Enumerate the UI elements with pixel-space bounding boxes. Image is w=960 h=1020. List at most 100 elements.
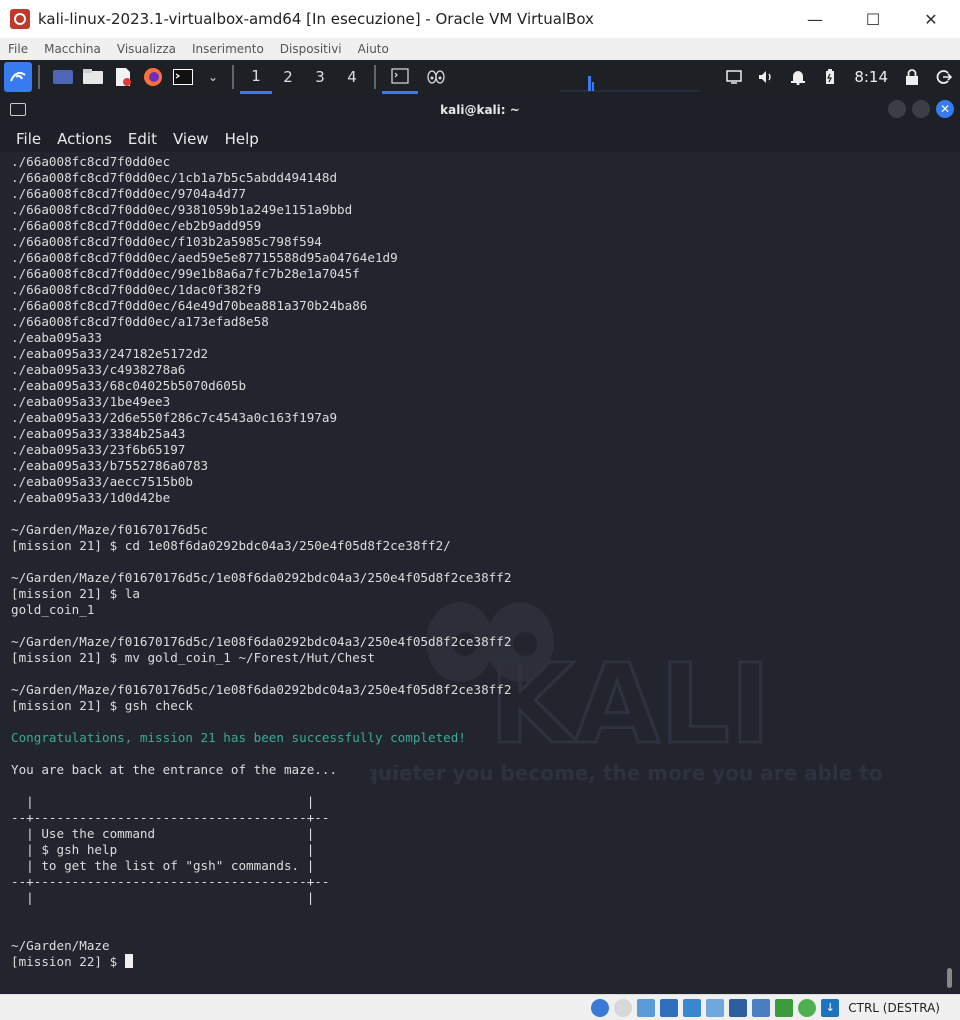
terminal-line: ./66a008fc8cd7f0dd0ec (11, 154, 171, 169)
maximize-button[interactable]: ☐ (844, 0, 902, 38)
menu-macchina[interactable]: Macchina (44, 42, 101, 56)
cpu-graph-icon (560, 74, 700, 92)
terminal-line: ./eaba095a33/3384b25a43 (11, 426, 186, 441)
chevron-down-icon[interactable]: ⌄ (200, 64, 226, 90)
terminal-menu-view[interactable]: View (173, 130, 209, 148)
terminal-menu-bar: File Actions Edit View Help (0, 126, 960, 152)
terminal-window-controls: ✕ (882, 100, 954, 118)
terminal-line: | | (11, 890, 315, 905)
battery-icon[interactable] (814, 60, 846, 94)
terminal-launcher-icon[interactable] (170, 64, 196, 90)
terminal-line: | to get the list of "gsh" commands. | (11, 858, 315, 873)
taskbar-eyes-icon[interactable] (418, 60, 454, 94)
keyboard-capture-icon[interactable]: ↓ (821, 998, 840, 1017)
cd-icon[interactable] (614, 998, 633, 1017)
terminal-menu-edit[interactable]: Edit (128, 130, 157, 148)
terminal-line: ./eaba095a33/aecc7515b0b (11, 474, 193, 489)
terminal-line: ./eaba095a33/23f6b65197 (11, 442, 186, 457)
terminal-line: [mission 21] $ mv gold_coin_1 ~/Forest/H… (11, 650, 375, 665)
terminal-line: ~/Garden/Maze (11, 938, 110, 953)
terminal-line: | | (11, 794, 315, 809)
terminal-line: ~/Garden/Maze/f01670176d5c/1e08f6da0292b… (11, 682, 512, 697)
system-tray: 8:14 (718, 60, 960, 94)
terminal-line: ./eaba095a33/1be49ee3 (11, 394, 171, 409)
workspace-1[interactable]: 1 (240, 60, 272, 94)
workspace-3[interactable]: 3 (304, 60, 336, 94)
display-status-icon[interactable] (729, 998, 748, 1017)
terminal-line: [mission 22] $ (11, 954, 125, 969)
terminal-line: | Use the command | (11, 826, 315, 841)
menu-visualizza[interactable]: Visualizza (117, 42, 176, 56)
terminal-maximize-button[interactable] (912, 100, 930, 118)
terminal-line: ./66a008fc8cd7f0dd0ec/a173efad8e58 (11, 314, 269, 329)
terminal-line: [mission 21] $ la (11, 586, 140, 601)
terminal-menu-help[interactable]: Help (225, 130, 259, 148)
logout-icon[interactable] (928, 60, 960, 94)
panel-separator (38, 65, 40, 89)
network-status-icon[interactable] (660, 998, 679, 1017)
audio-status-icon[interactable] (637, 998, 656, 1017)
terminal-line: ./66a008fc8cd7f0dd0ec/99e1b8a6a7fc7b28e1… (11, 266, 360, 281)
terminal-scrollbar[interactable] (947, 968, 952, 988)
terminal-line: ~/Garden/Maze/f01670176d5c (11, 522, 209, 537)
terminal-line: ./eaba095a33/247182e5172d2 (11, 346, 209, 361)
close-button[interactable]: ✕ (902, 0, 960, 38)
terminal-line: ./66a008fc8cd7f0dd0ec/64e49d70bea881a370… (11, 298, 368, 313)
display-icon[interactable] (718, 60, 750, 94)
firefox-icon[interactable] (140, 64, 166, 90)
text-editor-icon[interactable] (110, 64, 136, 90)
window-controls: — ☐ ✕ (786, 0, 960, 38)
lock-icon[interactable] (896, 60, 928, 94)
terminal-line: ~/Garden/Maze/f01670176d5c/1e08f6da0292b… (11, 634, 512, 649)
terminal-line: ./66a008fc8cd7f0dd0ec/9381059b1a249e1151… (11, 202, 353, 217)
host-title-bar: kali-linux-2023.1-virtualbox-amd64 [In e… (0, 0, 960, 38)
terminal-minimize-button[interactable] (888, 100, 906, 118)
menu-inserimento[interactable]: Inserimento (192, 42, 264, 56)
workspace-4[interactable]: 4 (336, 60, 368, 94)
volume-icon[interactable] (750, 60, 782, 94)
workspace-2[interactable]: 2 (272, 60, 304, 94)
svg-text:KALI: KALI (489, 640, 770, 768)
terminal-line: gold_coin_1 (11, 602, 95, 617)
terminal-line: ~/Garden/Maze/f01670176d5c/1e08f6da0292b… (11, 570, 512, 585)
menu-aiuto[interactable]: Aiuto (358, 42, 389, 56)
terminal-line: ./66a008fc8cd7f0dd0ec/1cb1a7b5c5abdd4941… (11, 170, 338, 185)
file-manager-icon[interactable] (80, 64, 106, 90)
notification-bell-icon[interactable] (782, 60, 814, 94)
mouse-integration-icon[interactable] (798, 998, 817, 1017)
window-title: kali-linux-2023.1-virtualbox-amd64 [In e… (38, 10, 594, 28)
cpu-status-icon[interactable] (775, 998, 794, 1017)
terminal-line: Congratulations, mission 21 has been suc… (11, 730, 466, 745)
menu-dispositivi[interactable]: Dispositivi (280, 42, 342, 56)
terminal-menu-actions[interactable]: Actions (57, 130, 112, 148)
show-desktop-icon[interactable] (50, 64, 76, 90)
clock[interactable]: 8:14 (846, 68, 896, 86)
terminal-line: --+------------------------------------+… (11, 810, 330, 825)
terminal-line: ./66a008fc8cd7f0dd0ec/1dac0f382f9 (11, 282, 262, 297)
panel-separator (374, 65, 376, 89)
menu-file[interactable]: File (8, 42, 28, 56)
recording-status-icon[interactable] (752, 998, 771, 1017)
terminal-line: ./eaba095a33/b7552786a0783 (11, 458, 209, 473)
taskbar-terminal-icon[interactable] (382, 60, 418, 94)
terminal-line: ./66a008fc8cd7f0dd0ec/eb2b9add959 (11, 218, 262, 233)
terminal-line: ./eaba095a33/c4938278a6 (11, 362, 186, 377)
usb-status-icon[interactable] (683, 998, 702, 1017)
terminal-line: ./eaba095a33/2d6e550f286c7c4543a0c163f19… (11, 410, 338, 425)
host-status-bar: ↓ CTRL (DESTRA) (0, 994, 960, 1020)
host-key-label: CTRL (DESTRA) (848, 1000, 940, 1015)
minimize-button[interactable]: — (786, 0, 844, 38)
terminal-output-area[interactable]: KALI "the quieter you become, the more y… (0, 152, 960, 994)
terminal-line: | $ gsh help | (11, 842, 315, 857)
terminal-line: --+------------------------------------+… (11, 874, 330, 889)
guest-top-panel: ⌄ 1 2 3 4 8:14 (0, 60, 960, 94)
kali-menu-icon[interactable] (4, 62, 32, 92)
host-menu-bar: File Macchina Visualizza Inserimento Dis… (0, 38, 960, 60)
terminal-line: [mission 21] $ gsh check (11, 698, 193, 713)
terminal-menu-file[interactable]: File (16, 130, 41, 148)
terminal-line: ./66a008fc8cd7f0dd0ec/f103b2a5985c798f59… (11, 234, 322, 249)
optical-drive-icon[interactable] (591, 998, 610, 1017)
terminal-close-button[interactable]: ✕ (936, 100, 954, 118)
shared-folders-icon[interactable] (706, 998, 725, 1017)
panel-separator (232, 65, 234, 89)
